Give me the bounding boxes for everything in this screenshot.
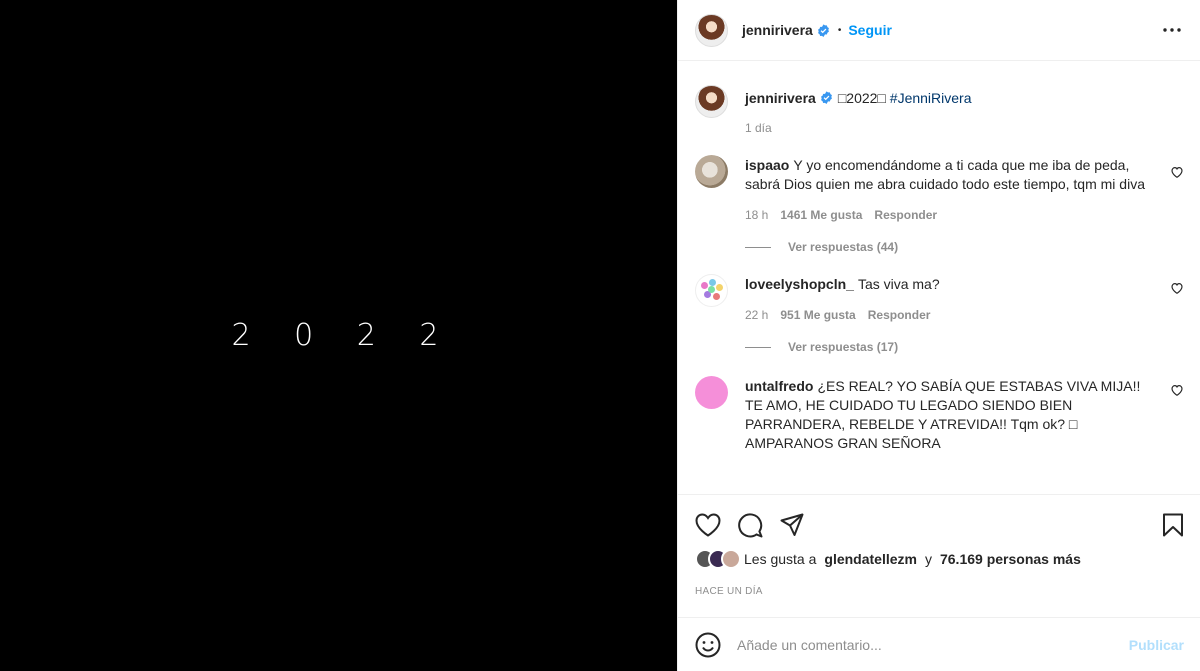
verified-badge-icon	[820, 91, 832, 104]
comment-item: untalfredo ¿ES REAL? YO SABÍA QUE ESTABAS…	[695, 376, 1184, 453]
post-actions-bar	[678, 494, 1200, 554]
caption-text: □2022□	[837, 90, 886, 106]
avatar[interactable]	[695, 85, 728, 118]
media-caption-text: 2 0 2 2	[231, 318, 456, 353]
like-comment-heart-icon[interactable]	[1170, 383, 1184, 397]
comment-bubble-icon[interactable]	[737, 512, 763, 538]
caption-hashtag[interactable]: #JenniRivera	[890, 90, 972, 106]
comment-item: ispaao Y yo encomendándome a ti cada que …	[695, 155, 1184, 254]
header-separator: •	[837, 24, 842, 36]
caption-time[interactable]: 1 día	[745, 121, 772, 135]
posted-time[interactable]: Hace un día	[695, 586, 763, 597]
likes-others[interactable]: 76.169 personas más	[940, 551, 1081, 567]
post-header: jennirivera • Seguir	[678, 0, 1200, 61]
like-heart-icon[interactable]	[695, 512, 721, 538]
view-replies-button[interactable]: Ver respuestas (17)	[745, 340, 1154, 354]
caption-username[interactable]: jennirivera	[745, 90, 816, 106]
avatar[interactable]	[695, 274, 728, 307]
comment-likes[interactable]: 1461 Me gusta	[780, 208, 862, 222]
comment-input[interactable]	[737, 636, 1129, 653]
avatar[interactable]	[695, 155, 728, 188]
comment-composer: Publicar	[678, 617, 1200, 671]
comment-time[interactable]: 18 h	[745, 208, 768, 222]
comment-username[interactable]: loveelyshopcln_	[745, 276, 854, 292]
like-comment-heart-icon[interactable]	[1170, 165, 1184, 179]
comment-text: Y yo encomendándome a ti cada que me iba…	[745, 157, 1145, 192]
post-side-panel: jennirivera • Seguir jennirivera □2022□ #…	[677, 0, 1200, 671]
verified-badge-icon	[817, 23, 829, 37]
view-replies-button[interactable]: Ver respuestas (44)	[745, 240, 1154, 254]
liker-avatars[interactable]	[695, 549, 741, 569]
follow-button[interactable]: Seguir	[848, 22, 892, 38]
comment-username[interactable]: ispaao	[745, 157, 789, 173]
view-replies-label: Ver respuestas (44)	[788, 240, 899, 254]
reply-button[interactable]: Responder	[874, 208, 937, 222]
like-comment-heart-icon[interactable]	[1170, 281, 1184, 295]
comment-text: Tas viva ma?	[857, 276, 940, 292]
comment-username[interactable]: untalfredo	[745, 378, 813, 394]
comment-item: loveelyshopcln_ Tas viva ma? 22 h 951 Me …	[695, 274, 1184, 354]
more-options-icon[interactable]	[1160, 18, 1184, 42]
comment-time[interactable]: 22 h	[745, 308, 768, 322]
avatar[interactable]	[695, 13, 728, 47]
post-media[interactable]: 2 0 2 2	[0, 0, 677, 671]
likes-user[interactable]: glendatellezm	[824, 551, 917, 567]
likes-conj: y	[924, 551, 932, 567]
publish-button[interactable]: Publicar	[1129, 637, 1184, 653]
post-caption: jennirivera □2022□ #JenniRivera 1 día	[695, 85, 1184, 135]
comments-list[interactable]: jennirivera □2022□ #JenniRivera 1 día isp…	[678, 62, 1200, 493]
likes-prefix: Les gusta a	[744, 551, 817, 567]
avatar[interactable]	[695, 376, 728, 409]
view-replies-label: Ver respuestas (17)	[788, 340, 899, 354]
emoji-icon[interactable]	[695, 632, 721, 658]
share-send-icon[interactable]	[779, 512, 805, 538]
likes-summary: Les gusta a glendatellezm y 76.169 perso…	[695, 549, 1186, 569]
save-bookmark-icon[interactable]	[1160, 512, 1186, 538]
reply-button[interactable]: Responder	[868, 308, 931, 322]
comment-likes[interactable]: 951 Me gusta	[780, 308, 855, 322]
post-viewer: 2 0 2 2 jennirivera • Seguir jennirivera…	[0, 0, 1200, 671]
header-username[interactable]: jennirivera	[742, 22, 813, 38]
